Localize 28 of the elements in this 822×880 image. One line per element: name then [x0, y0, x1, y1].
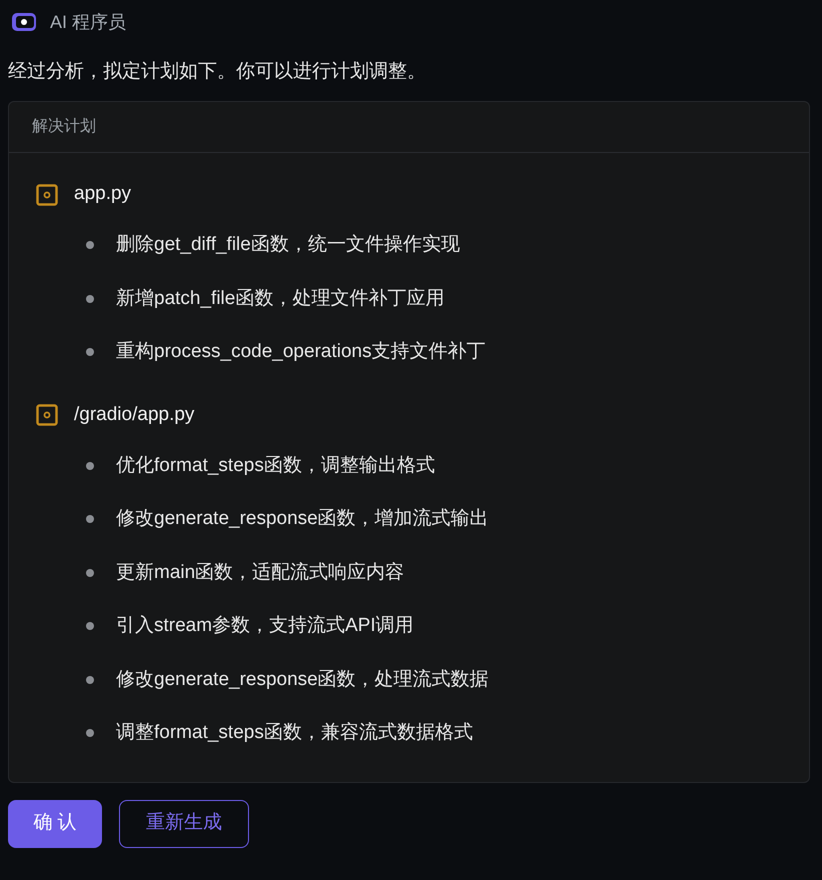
bullet-icon [86, 348, 94, 356]
step-text: 重构process_code_operations支持文件补丁 [116, 340, 486, 364]
intro-text: 经过分析，拟定计划如下。你可以进行计划调整。 [7, 60, 427, 84]
step-text: 调整format_steps函数，兼容流式数据格式 [116, 721, 473, 745]
step-text: 引入stream参数，支持流式API调用 [116, 614, 414, 638]
bullet-icon [86, 294, 94, 303]
regenerate-button[interactable]: 重新生成 [119, 800, 249, 848]
app-title: AI 程序员 [50, 10, 126, 34]
step-text: 优化format_steps函数，调整输出格式 [116, 454, 435, 478]
file-icon [36, 404, 58, 426]
bullet-icon [86, 729, 94, 738]
file-name: /gradio/app.py [74, 402, 194, 427]
file-icon [36, 184, 58, 206]
bullet-icon [86, 676, 94, 684]
step-text: 删除get_diff_file函数，统一文件操作实现 [116, 233, 460, 257]
bullet-icon [86, 462, 94, 470]
confirm-button[interactable]: 确 认 [8, 800, 102, 848]
bullet-icon [86, 241, 94, 250]
file-name: app.py [74, 182, 132, 206]
robot-icon [10, 11, 38, 33]
step-text: 更新main函数，适配流式响应内容 [116, 560, 404, 584]
card-title: 解决计划 [32, 116, 96, 136]
bullet-icon [86, 515, 94, 524]
step-text: 修改generate_response函数，增加流式输出 [116, 507, 489, 531]
step-text: 修改generate_response函数，处理流式数据 [116, 668, 489, 692]
bullet-icon [86, 568, 94, 577]
step-text: 新增patch_file函数，处理文件补丁应用 [116, 286, 444, 310]
bullet-icon [86, 622, 94, 630]
